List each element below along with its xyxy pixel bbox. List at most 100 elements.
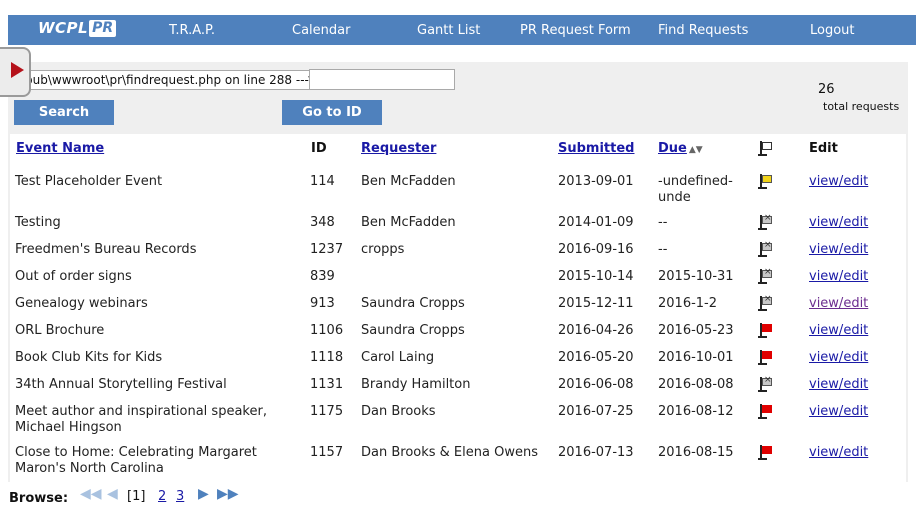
due-line1: 2016-05-23 (658, 323, 734, 338)
event-name-line1: Test Placeholder Event (15, 174, 163, 189)
view-edit-link[interactable]: view/edit (809, 404, 868, 419)
sort-due-link[interactable]: Due (658, 141, 687, 156)
table-row-edit[interactable]: view/edit (809, 215, 868, 231)
cell-requester: cropps (361, 242, 405, 257)
header-requester[interactable]: Requester (361, 141, 436, 156)
cell-id: 114 (310, 174, 335, 189)
status-flag-icon (758, 267, 774, 284)
view-edit-link[interactable]: view/edit (809, 174, 868, 189)
cell-submitted: 2015-10-14 (558, 269, 634, 284)
play-icon (11, 62, 24, 78)
cell-due: -- (658, 215, 748, 231)
cell-event-name: Meet author and inspirational speaker, Mi… (15, 404, 305, 436)
cell-due: 2016-08-12 (658, 404, 748, 420)
status-flag-icon (758, 444, 774, 460)
table-row-edit[interactable]: view/edit (809, 377, 868, 393)
nav-calendar[interactable]: Calendar (292, 23, 350, 38)
cell-requester: Ben McFadden (361, 174, 456, 189)
page-2-link[interactable]: 2 (158, 489, 166, 504)
due-line1: 2016-08-12 (658, 404, 734, 419)
page-3-link[interactable]: 3 (176, 489, 184, 504)
event-name-line2: Michael Hingson (15, 420, 122, 435)
due-line1: 2015-10-31 (658, 269, 734, 284)
prev-page-icon[interactable]: ◀ (107, 486, 118, 502)
nav-gantt-list[interactable]: Gantt List (417, 23, 480, 38)
cell-event-name: Genealogy webinars (15, 296, 305, 312)
event-name-line1: Out of order signs (15, 269, 132, 284)
first-page-icon[interactable]: ◀◀ (80, 486, 102, 502)
cell-id: 1157 (310, 445, 344, 460)
header-event-name[interactable]: Event Name (16, 141, 104, 156)
due-line1: -- (658, 215, 668, 230)
nav-logout[interactable]: Logout (810, 23, 855, 38)
nav-trap[interactable]: T.R.A.P. (169, 23, 215, 38)
due-line1: -undefined- (658, 174, 733, 189)
go-to-id-button[interactable]: Go to ID (282, 100, 382, 125)
cell-requester: Saundra Cropps (361, 323, 465, 338)
filter-select-value: inetpub\wwwroot\pr\findrequest.php on li… (2, 73, 314, 87)
media-toggle-tab[interactable] (0, 47, 31, 97)
view-edit-link[interactable]: view/edit (809, 269, 868, 284)
table-row-edit[interactable]: view/edit (809, 296, 868, 312)
sort-arrows-icon: ▲▼ (688, 145, 703, 155)
cell-requester: Carol Laing (361, 350, 435, 365)
status-flag-icon (758, 173, 774, 189)
header-due[interactable]: Due ▲▼ (658, 141, 703, 156)
cell-event-name: Freedmen's Bureau Records (15, 242, 305, 258)
cell-due: -- (658, 242, 748, 258)
cell-event-name: Testing (15, 215, 305, 231)
view-edit-link[interactable]: view/edit (809, 296, 868, 311)
view-edit-link[interactable]: view/edit (809, 377, 868, 392)
search-input[interactable] (309, 69, 455, 90)
view-edit-link[interactable]: view/edit (809, 350, 868, 365)
due-line1: 2016-08-15 (658, 445, 734, 460)
cell-event-name: ORL Brochure (15, 323, 305, 339)
logo[interactable]: WCPL PR (38, 19, 117, 37)
cell-event-name: Test Placeholder Event (15, 174, 305, 190)
cell-id: 1118 (310, 350, 344, 365)
cell-requester: Dan Brooks (361, 404, 436, 419)
table-row-edit[interactable]: view/edit (809, 350, 868, 366)
nav-find-requests[interactable]: Find Requests (658, 23, 748, 38)
last-page-icon[interactable]: ▶▶ (217, 486, 239, 502)
table-row-edit[interactable]: view/edit (809, 323, 868, 339)
sort-requester-link[interactable]: Requester (361, 141, 436, 156)
status-flag-icon (758, 403, 774, 419)
cell-requester: Ben McFadden (361, 215, 456, 230)
view-edit-link[interactable]: view/edit (809, 323, 868, 338)
status-flag-icon (758, 375, 774, 392)
header-id: ID (311, 141, 327, 156)
filter-select[interactable]: inetpub\wwwroot\pr\findrequest.php on li… (0, 70, 320, 90)
cell-id: 1237 (310, 242, 344, 257)
nav-pr-request-form[interactable]: PR Request Form (520, 23, 631, 38)
event-name-line1: Genealogy webinars (15, 296, 148, 311)
cell-submitted: 2013-09-01 (558, 174, 634, 189)
cell-due: -undefined-unde (658, 174, 748, 206)
search-button[interactable]: Search (14, 100, 114, 125)
cell-event-name: Book Club Kits for Kids (15, 350, 305, 366)
next-page-icon[interactable]: ▶ (198, 486, 209, 502)
due-line1: 2016-1-2 (658, 296, 718, 311)
status-flag-icon (758, 322, 774, 338)
event-name-line1: Book Club Kits for Kids (15, 350, 163, 365)
due-line1: -- (658, 242, 668, 257)
event-name-line1: 34th Annual Storytelling Festival (15, 377, 227, 392)
table-row-edit[interactable]: view/edit (809, 174, 868, 190)
table-row-edit[interactable]: view/edit (809, 269, 868, 285)
event-name-line1: Freedmen's Bureau Records (15, 242, 197, 257)
view-edit-link[interactable]: view/edit (809, 445, 868, 460)
cell-requester: Brandy Hamilton (361, 377, 471, 392)
table-row-edit[interactable]: view/edit (809, 445, 868, 461)
header-submitted[interactable]: Submitted (558, 141, 634, 156)
cell-submitted: 2016-05-20 (558, 350, 634, 365)
logo-text: WCPL (38, 19, 89, 37)
table-row-edit[interactable]: view/edit (809, 404, 868, 420)
table-row-edit[interactable]: view/edit (809, 242, 868, 258)
sort-event-name-link[interactable]: Event Name (16, 141, 104, 156)
view-edit-link[interactable]: view/edit (809, 215, 868, 230)
sort-submitted-link[interactable]: Submitted (558, 141, 634, 156)
event-name-line1: ORL Brochure (15, 323, 105, 338)
event-name-line1: Meet author and inspirational speaker, (15, 404, 267, 419)
total-requests-label: total requests (823, 100, 900, 113)
view-edit-link[interactable]: view/edit (809, 242, 868, 257)
